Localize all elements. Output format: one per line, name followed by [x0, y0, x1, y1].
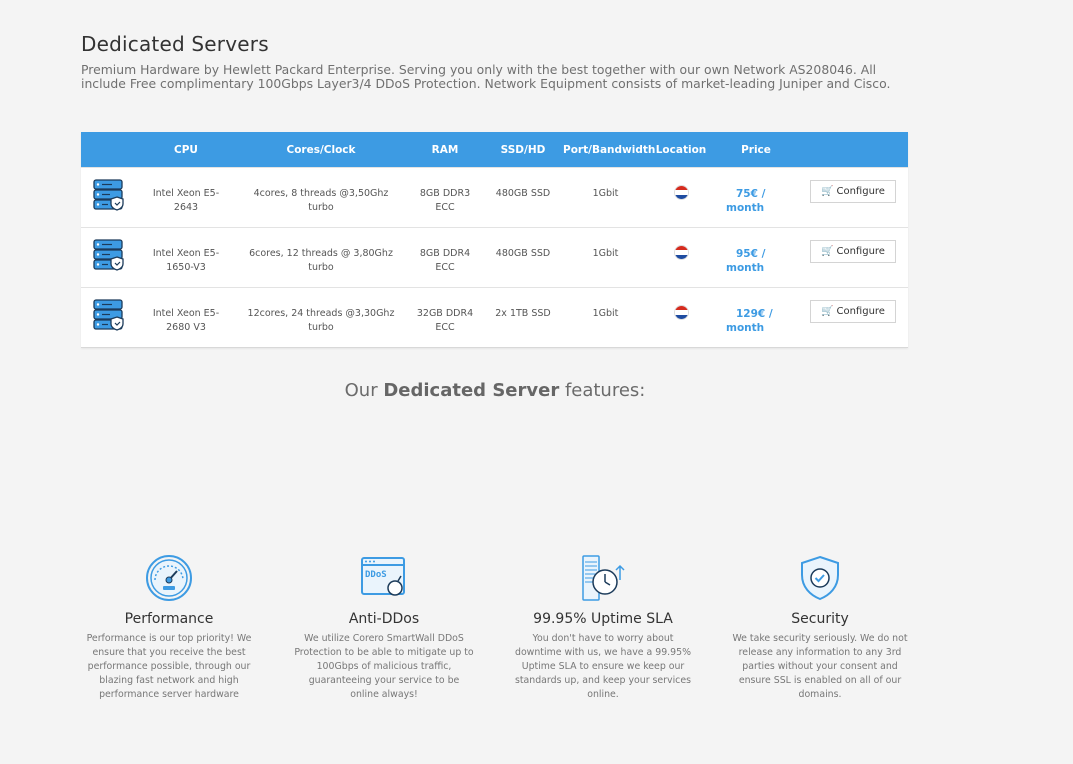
configure-label: Configure [836, 306, 885, 317]
cell-action: 🛒 Configure [798, 228, 908, 263]
uptime-server-clock-icon [513, 553, 693, 603]
price-period: month [726, 262, 765, 274]
cell-ssd: 480GB SSD [495, 188, 551, 199]
netherlands-flag-icon [673, 305, 689, 320]
feature-text: We utilize Corero SmartWall DDoS Protect… [294, 633, 474, 700]
cart-icon: 🛒 [821, 186, 834, 197]
cart-icon: 🛒 [821, 246, 834, 257]
page-intro: Premium Hardware by Hewlett Packard Ente… [81, 62, 891, 91]
cell-location [648, 288, 714, 320]
ddos-icon-text: DDoS [365, 570, 387, 580]
cell-price: 75€ / month [714, 168, 798, 215]
configure-label: Configure [836, 246, 885, 257]
cell-port: 1Gbit [592, 308, 619, 319]
feature-text: You don't have to worry about downtime w… [514, 633, 691, 700]
price-amount: 95€ / [736, 248, 766, 260]
header-port: Port/Bandwidth [563, 143, 656, 156]
cell-ssd: 2x 1TB SSD [495, 308, 551, 319]
cell-price: 129€ / month [714, 288, 798, 335]
feature-uptime: 99.95% Uptime SLA You don't have to worr… [513, 553, 693, 702]
feature-text: Performance is our top priority! We ensu… [86, 633, 252, 700]
features-title-bold: Dedicated Server [383, 380, 560, 401]
price-period: month [726, 322, 765, 334]
cell-cpu: Intel Xeon E5-1650-V3 [152, 248, 220, 273]
server-icon [81, 288, 137, 332]
header-cpu: CPU [174, 143, 198, 156]
page-title: Dedicated Servers [81, 32, 269, 56]
cell-ssd: 480GB SSD [495, 248, 551, 259]
header-ssd: SSD/HD [500, 143, 546, 156]
feature-title: Performance [124, 611, 214, 627]
header-cores: Cores/Clock [286, 143, 356, 156]
cell-ram: 8GB DDR4 ECC [419, 248, 471, 273]
feature-title: Security [791, 611, 849, 627]
table-header: CPU Cores/Clock RAM SSD/HD Port/Bandwidt… [81, 132, 908, 167]
price-period: month [726, 202, 765, 214]
cell-ram: 32GB DDR4 ECC [416, 308, 474, 333]
table-row: Intel Xeon E5-1650-V3 6cores, 12 threads… [81, 227, 908, 287]
configure-button[interactable]: 🛒 Configure [810, 300, 896, 323]
feature-security: Security We take security seriously. We … [730, 553, 910, 702]
feature-title: Anti-DDos [348, 611, 420, 627]
cell-port: 1Gbit [592, 188, 619, 199]
speedometer-icon [79, 553, 259, 603]
table-row: Intel Xeon E5-2643 4cores, 8 threads @3,… [81, 167, 908, 227]
cell-location [648, 168, 714, 200]
feature-anti-ddos: DDoS Anti-DDos We utilize Corero SmartWa… [294, 553, 474, 702]
ddos-browser-icon: DDoS [294, 553, 474, 603]
cell-action: 🛒 Configure [798, 288, 908, 323]
server-icon [81, 168, 137, 212]
cell-ram: 8GB DDR3 ECC [419, 188, 471, 213]
cart-icon: 🛒 [821, 306, 834, 317]
header-ram: RAM [431, 143, 459, 156]
shield-check-icon [730, 553, 910, 603]
feature-text: We take security seriously. We do not re… [732, 633, 908, 700]
cell-cores: 4cores, 8 threads @3,50Ghz turbo [253, 188, 389, 213]
cell-cpu: Intel Xeon E5-2643 [152, 188, 220, 213]
cell-port: 1Gbit [592, 248, 619, 259]
price-amount: 129€ / [736, 308, 773, 320]
cell-cores: 6cores, 12 threads @ 3,80Ghz turbo [249, 248, 393, 273]
cell-price: 95€ / month [714, 228, 798, 275]
features-title: Our Dedicated Server features: [0, 380, 990, 401]
netherlands-flag-icon [673, 185, 689, 200]
header-price: Price [741, 143, 771, 156]
cell-action: 🛒 Configure [798, 168, 908, 203]
configure-label: Configure [836, 186, 885, 197]
price-amount: 75€ / [736, 188, 766, 200]
table-row: Intel Xeon E5-2680 V3 12cores, 24 thread… [81, 287, 908, 347]
configure-button[interactable]: 🛒 Configure [810, 240, 896, 263]
feature-title: 99.95% Uptime SLA [533, 611, 673, 627]
features-title-prefix: Our [344, 380, 378, 401]
feature-performance: Performance Performance is our top prior… [79, 553, 259, 702]
server-table: CPU Cores/Clock RAM SSD/HD Port/Bandwidt… [81, 132, 908, 348]
cell-location [648, 228, 714, 260]
netherlands-flag-icon [673, 245, 689, 260]
cell-cores: 12cores, 24 threads @3,30Ghz turbo [247, 308, 395, 333]
cell-cpu: Intel Xeon E5-2680 V3 [152, 308, 220, 333]
header-location: Location [655, 143, 707, 156]
features-title-suffix: features: [564, 380, 646, 401]
server-icon [81, 228, 137, 272]
configure-button[interactable]: 🛒 Configure [810, 180, 896, 203]
